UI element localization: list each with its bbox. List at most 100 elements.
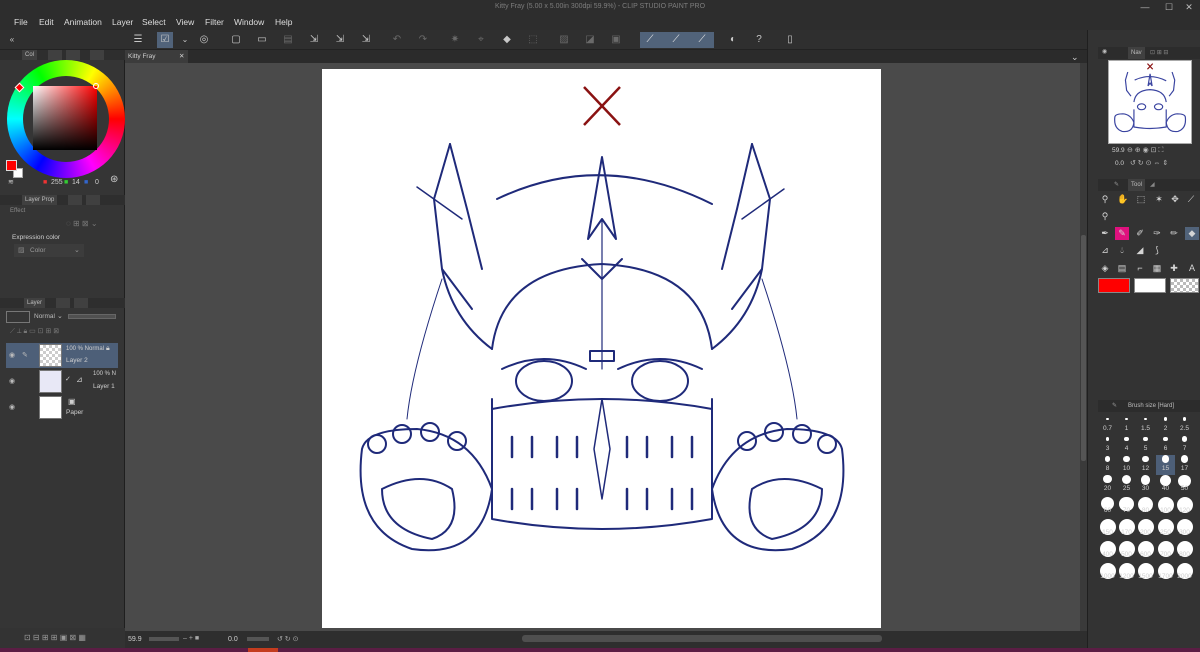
fill-tool-icon[interactable]: ◈ [1098, 262, 1112, 275]
brush-size-label[interactable]: 80 [1136, 507, 1155, 514]
tab-color-wheel[interactable]: Col [22, 50, 38, 60]
new-file-icon[interactable]: ▢ [228, 32, 244, 48]
document-tab[interactable]: Kitty Fray ✕ [125, 50, 188, 63]
export-layer-icon[interactable]: ⇲ [358, 32, 374, 48]
save-icon[interactable]: ▤ [280, 32, 296, 48]
brush-size-label[interactable]: 60 [1098, 507, 1117, 514]
clear-outside-icon[interactable]: ⌖ [473, 32, 489, 48]
menu-help[interactable]: Help [275, 17, 292, 27]
menu-filter[interactable]: Filter [205, 17, 224, 27]
tab-animation[interactable] [56, 298, 70, 308]
tab-approximate[interactable] [90, 50, 104, 60]
navigator-extra-tabs[interactable]: ⊡ ⊞ ⊟ [1150, 47, 1168, 59]
brush-size-label[interactable]: 30 [1136, 485, 1155, 492]
layer-name[interactable]: Layer 2 [66, 357, 88, 364]
navigator-preview[interactable] [1108, 60, 1192, 144]
search-tool-icon[interactable]: ⚲ [1098, 210, 1112, 223]
taskbar-app-indicator[interactable] [248, 648, 278, 652]
snap-ruler-icon[interactable]: ⟋ [642, 32, 658, 48]
brush-size-label[interactable]: 70 [1117, 507, 1136, 514]
redo-icon[interactable]: ↷ [415, 32, 431, 48]
snap-special-ruler-icon[interactable]: ⟋ [668, 32, 684, 48]
brush-size-dot[interactable] [1163, 417, 1168, 421]
hamburger-menu-icon[interactable]: ☰ [130, 32, 146, 48]
pencil-tool-icon[interactable]: ✎ [1115, 227, 1129, 240]
brush-size-dot[interactable] [1123, 455, 1130, 463]
brush-size-dot[interactable] [1103, 475, 1112, 484]
brush-size-label[interactable]: 170 [1117, 529, 1136, 536]
tab-sub-tool[interactable]: ◢ [1150, 179, 1155, 191]
pen-tool-icon[interactable]: ✒ [1098, 227, 1112, 240]
brush-size-label[interactable]: 3 [1098, 445, 1117, 452]
brush-size-label[interactable]: 15 [1156, 465, 1175, 472]
brush-size-label[interactable]: 1000 [1098, 573, 1117, 580]
liquify-tool-icon[interactable]: 💧︎ [1115, 244, 1129, 257]
brush-size-dot[interactable] [1180, 455, 1189, 463]
expression-color-select[interactable]: ▨ Color ⌄ [14, 244, 84, 257]
visibility-eye-icon[interactable]: ◉ [9, 351, 15, 359]
brush-size-label[interactable]: 2 [1156, 425, 1175, 432]
airbrush-tool-icon[interactable]: ✑ [1150, 227, 1164, 240]
brush-size-label[interactable]: 1500 [1136, 573, 1155, 580]
menu-select[interactable]: Select [142, 17, 166, 27]
eraser-tool-icon[interactable]: ◆ [1185, 227, 1199, 240]
menu-edit[interactable]: Edit [39, 17, 54, 27]
brush-size-dot[interactable] [1142, 455, 1149, 463]
brush-size-label[interactable]: 5 [1136, 445, 1155, 452]
eyedropper-tool-icon[interactable]: ⟋ [1184, 193, 1198, 206]
menu-layer[interactable]: Layer [112, 17, 133, 27]
pen-edit-icon[interactable]: ✎ [22, 351, 28, 359]
color-settings-icon[interactable]: ⊛ [110, 174, 118, 185]
opacity-slider[interactable] [68, 314, 116, 319]
rgb-green-value[interactable]: 14 [72, 179, 80, 186]
chevron-down-icon[interactable]: ⌄ [1071, 52, 1079, 63]
rotate-controls[interactable]: ↺ ↻ ⊙ [277, 635, 299, 643]
tab-sub-tool-detail[interactable] [86, 195, 100, 205]
tool-main-color[interactable] [1098, 278, 1130, 293]
brush-size-label[interactable]: 1200 [1117, 573, 1136, 580]
brush-size-label[interactable]: 300 [1175, 529, 1194, 536]
brush-size-label[interactable]: 50 [1175, 485, 1194, 492]
brush-size-label[interactable]: 500 [1117, 551, 1136, 558]
tab-navigator[interactable]: Nav [1128, 47, 1145, 59]
brush-size-label[interactable]: 4 [1117, 445, 1136, 452]
brush-size-label[interactable]: 12 [1136, 465, 1155, 472]
menu-view[interactable]: View [176, 17, 194, 27]
brush-size-label[interactable]: 600 [1136, 551, 1155, 558]
close-icon[interactable]: ✕ [179, 50, 184, 63]
show-selection-icon[interactable]: ▣ [608, 32, 624, 48]
brush-size-label[interactable]: 2.5 [1175, 425, 1194, 432]
brush-size-label[interactable]: 200 [1136, 529, 1155, 536]
brush-size-label[interactable]: 2000 [1175, 573, 1194, 580]
brush-size-label[interactable]: 6 [1156, 445, 1175, 452]
color-cursor[interactable] [93, 83, 99, 89]
ruler-tool-icon[interactable]: ✚ [1167, 262, 1181, 275]
close-button[interactable]: ✕ [1178, 0, 1200, 14]
transform-icon[interactable]: ⬚ [525, 32, 541, 48]
layer-name[interactable]: Paper [66, 409, 83, 416]
tab-color-set[interactable] [48, 50, 62, 60]
tab-layer-search[interactable] [68, 195, 82, 205]
brush-size-label[interactable]: 25 [1117, 485, 1136, 492]
vertical-scrollbar[interactable] [1080, 63, 1087, 631]
hand-tool-icon[interactable]: ✋ [1116, 193, 1130, 206]
export-icon[interactable]: ⇲ [306, 32, 322, 48]
open-file-icon[interactable]: ▭ [254, 32, 270, 48]
export-alt-icon[interactable]: ⇲ [332, 32, 348, 48]
transparent-color-icon[interactable]: ≋ [8, 178, 14, 186]
tab-layer[interactable]: Layer [24, 298, 46, 308]
draft-layer-icon[interactable]: ⊿ [76, 375, 83, 384]
brush-size-dot[interactable] [1144, 417, 1147, 421]
brush-size-dot[interactable] [1104, 456, 1111, 462]
brush-size-label[interactable]: 8 [1098, 465, 1117, 472]
layer-row-paper[interactable]: ◉ ▣ Paper [6, 395, 118, 420]
brush-size-label[interactable]: 120 [1175, 507, 1194, 514]
brush-size-label[interactable]: 100 [1156, 507, 1175, 514]
layer-row-layer2[interactable]: ◉ ✎ 100 % Normal 🔒︎ Layer 2 [6, 343, 118, 368]
layer-color-toggle[interactable] [6, 311, 30, 323]
help-icon[interactable]: ? [751, 32, 767, 48]
tab-layer-property[interactable]: Layer Prop [22, 195, 58, 205]
horizontal-scrollbar[interactable] [522, 635, 882, 642]
visibility-eye-icon[interactable]: ◉ [9, 377, 15, 385]
brush-size-label[interactable]: 40 [1156, 485, 1175, 492]
